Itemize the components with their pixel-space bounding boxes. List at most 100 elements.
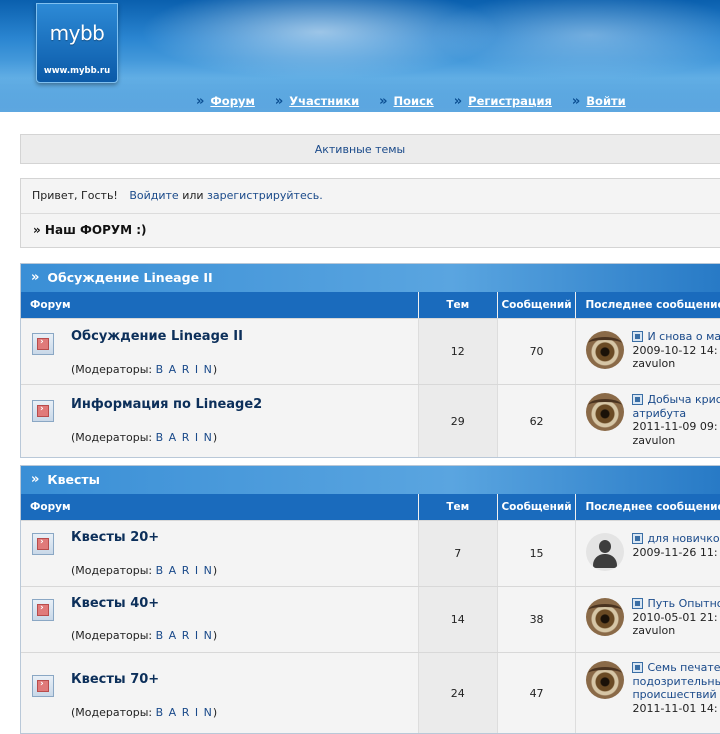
- col-last-post: Последнее сообщение: [585, 501, 720, 513]
- forum-status-icon: ›: [32, 333, 54, 355]
- topics-count: 29: [418, 385, 498, 457]
- last-topic-link[interactable]: И снова о ма: [632, 330, 720, 343]
- last-post: Добыча крис атрибута 2011-11-09 09: zavu…: [576, 385, 720, 457]
- register-link[interactable]: зарегистрируйтесь.: [207, 189, 323, 202]
- last-post: Путь Опытно 2010-05-01 21: zavulon: [576, 587, 720, 652]
- posts-count: 47: [497, 653, 577, 733]
- moderators: (Модераторы: B A R I N): [71, 629, 218, 642]
- double-chevron-icon: »: [196, 93, 205, 109]
- topics-count: 14: [418, 587, 498, 652]
- forum-link[interactable]: Квесты 40+: [71, 596, 159, 611]
- nav-members[interactable]: » Участники: [275, 93, 359, 109]
- last-topic-link[interactable]: атрибута: [632, 407, 686, 420]
- forum-row: › Квесты 40+ (Модераторы: B A R I N) 14 …: [21, 586, 720, 652]
- logo-url: www.mybb.ru: [43, 66, 111, 76]
- forum-row: › Обсуждение Lineage II (Модераторы: B A…: [21, 318, 720, 384]
- last-post-author: zavulon: [632, 357, 676, 370]
- site-header: mybb www.mybb.ru » Форум » Участники » Поис…: [0, 0, 720, 112]
- greeting: Привет, Гость!: [32, 189, 118, 202]
- posts-count: 70: [497, 319, 577, 384]
- forum-status-icon: ›: [32, 675, 54, 697]
- last-post: для новичко 2009-11-26 11:: [576, 521, 720, 586]
- col-posts: Сообщений: [498, 292, 577, 318]
- column-header: Форум Тем Сообщений Последнее сообщение: [21, 292, 720, 318]
- avatar[interactable]: [586, 661, 625, 699]
- topics-count: 12: [418, 319, 498, 384]
- nav-register[interactable]: » Регистрация: [454, 93, 552, 109]
- last-post-author: zavulon: [632, 624, 676, 637]
- category-title[interactable]: » Обсуждение Lineage II: [21, 264, 720, 292]
- moderators: (Модераторы: B A R I N): [71, 706, 218, 719]
- posts-count: 38: [497, 587, 577, 652]
- forum-row: › Квесты 20+ (Модераторы: B A R I N) 7 1…: [21, 520, 720, 586]
- forum-row: › Информация по Lineage2 (Модераторы: B …: [21, 384, 720, 457]
- double-chevron-icon: »: [453, 93, 463, 109]
- moderators: (Модераторы: B A R I N): [71, 564, 218, 577]
- site-logo[interactable]: mybb www.mybb.ru: [36, 3, 118, 83]
- last-post: И снова о ма 2009-10-12 14: zavulon: [576, 319, 720, 384]
- moderators: (Модераторы: B A R I N): [71, 363, 218, 376]
- last-topic-link[interactable]: подозрительны: [632, 675, 720, 688]
- last-post-author: zavulon: [632, 433, 676, 447]
- last-post-date: 2010-05-01 21:: [632, 610, 718, 624]
- last-topic-link[interactable]: Семь печате: [632, 661, 720, 674]
- avatar[interactable]: [586, 331, 625, 369]
- forum-link[interactable]: Обсуждение Lineage II: [71, 329, 243, 344]
- last-post-date: 2011-11-01 14:: [632, 701, 718, 715]
- double-chevron-icon: »: [31, 270, 40, 285]
- avatar[interactable]: [586, 533, 625, 571]
- moderator-link[interactable]: B A R I N: [156, 431, 213, 444]
- last-post: Семь печате подозрительны происшествий 2…: [576, 653, 720, 733]
- last-topic-link[interactable]: Путь Опытно: [632, 597, 720, 610]
- topics-count: 24: [418, 653, 498, 733]
- forum-link[interactable]: Квесты 20+: [71, 530, 159, 545]
- category-title[interactable]: » Квесты: [21, 466, 720, 494]
- avatar[interactable]: [586, 598, 625, 636]
- moderator-link[interactable]: B A R I N: [156, 706, 213, 719]
- nav-forum[interactable]: » Форум: [196, 93, 255, 109]
- category-lineage: » Обсуждение Lineage II Форум Тем Сообще…: [20, 263, 720, 458]
- or-text: или: [182, 189, 204, 202]
- last-topic-link[interactable]: Добыча крис: [632, 393, 720, 406]
- forum-heading: » Наш ФОРУМ :): [33, 223, 147, 237]
- avatar[interactable]: [586, 393, 625, 431]
- nav-login[interactable]: » Войти: [572, 93, 626, 109]
- last-post-date: 2011-11-09 09:: [632, 420, 718, 433]
- col-topics: Тем: [419, 494, 498, 520]
- column-header: Форум Тем Сообщений Последнее сообщение: [21, 494, 720, 520]
- main-nav: » Форум » Участники » Поиск » Регистрация » В…: [196, 93, 646, 109]
- divider: [21, 213, 720, 214]
- active-topics-link[interactable]: Активные темы: [20, 134, 720, 164]
- welcome-line: Привет, Гость! Войдите или зарегистрируй…: [32, 189, 323, 202]
- moderator-link[interactable]: B A R I N: [156, 629, 213, 642]
- last-post-date: 2009-10-12 14:: [632, 343, 718, 357]
- col-posts: Сообщений: [498, 494, 577, 520]
- col-topics: Тем: [419, 292, 498, 318]
- forum-row: › Квесты 70+ (Модераторы: B A R I N) 24 …: [21, 652, 720, 733]
- moderators: (Модераторы: B A R I N): [71, 431, 218, 444]
- category-quests: » Квесты Форум Тем Сообщений Последнее с…: [20, 465, 720, 734]
- forum-link[interactable]: Информация по Lineage2: [71, 397, 262, 412]
- login-link[interactable]: Войдите: [129, 189, 178, 202]
- forum-status-icon: ›: [32, 400, 54, 422]
- forum-status-icon: ›: [32, 599, 54, 621]
- col-last-post: Последнее сообщение: [585, 299, 720, 311]
- moderator-link[interactable]: B A R I N: [156, 564, 213, 577]
- last-post-date: 2009-11-26 11:: [632, 545, 718, 559]
- forum-link[interactable]: Квесты 70+: [71, 672, 159, 687]
- last-topic-link[interactable]: происшествий: [632, 688, 716, 701]
- col-forum: Форум: [21, 494, 419, 520]
- double-chevron-icon: »: [571, 93, 581, 109]
- logo-mark: mybb: [49, 21, 105, 45]
- posts-count: 15: [497, 521, 577, 586]
- last-topic-link[interactable]: для новичко: [632, 532, 719, 545]
- forum-status-icon: ›: [32, 533, 54, 555]
- topics-count: 7: [418, 521, 498, 586]
- moderator-link[interactable]: B A R I N: [156, 363, 213, 376]
- posts-count: 62: [497, 385, 577, 457]
- double-chevron-icon: »: [379, 93, 388, 109]
- double-chevron-icon: »: [31, 472, 40, 487]
- nav-search[interactable]: » Поиск: [379, 93, 434, 109]
- welcome-box: Привет, Гость! Войдите или зарегистрируй…: [20, 178, 720, 248]
- double-chevron-icon: »: [274, 93, 284, 109]
